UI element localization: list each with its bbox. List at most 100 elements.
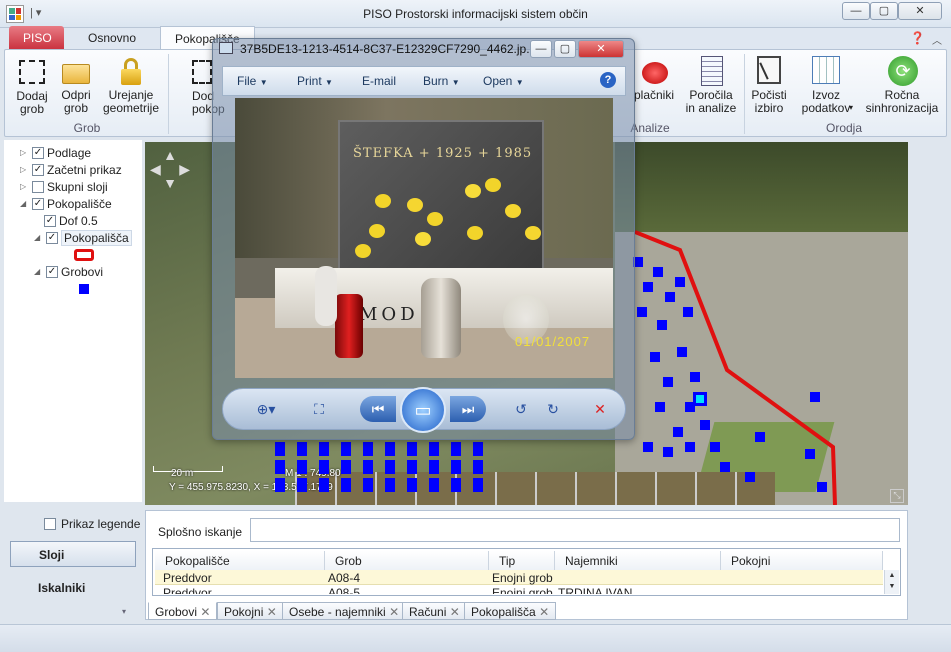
placniki-button[interactable]: plačniki	[630, 56, 678, 102]
nav-options-icon[interactable]: ▾	[122, 607, 126, 616]
grave-marker[interactable]	[655, 402, 665, 412]
slideshow-icon[interactable]: ▭	[400, 387, 446, 433]
layer-zacetni-prikaz[interactable]: ▷ ✓ Začetni prikaz	[20, 161, 132, 178]
collapse-icon[interactable]: ◢	[34, 267, 43, 276]
tab-osnovno[interactable]: Osnovno	[74, 26, 150, 50]
zoom-icon[interactable]: ⊕▾	[248, 396, 284, 422]
grave-marker[interactable]	[429, 478, 439, 492]
grave-marker[interactable]	[275, 478, 285, 492]
checkbox-skupni-sloji[interactable]	[32, 180, 44, 193]
grave-marker[interactable]	[690, 372, 700, 382]
layer-podlage[interactable]: ▷ ✓ Podlage	[20, 144, 132, 161]
grave-marker[interactable]	[451, 478, 461, 492]
grave-marker[interactable]	[637, 307, 647, 317]
menu-burn[interactable]: Burn ▼	[423, 74, 460, 88]
urejanje-geometrije-button[interactable]: Urejanje geometrije	[100, 56, 162, 115]
grave-marker[interactable]	[710, 442, 720, 452]
grave-marker[interactable]	[745, 472, 755, 482]
odpri-grob-button[interactable]: Odpri grob	[56, 56, 96, 115]
column-header[interactable]: Najemniki	[555, 551, 721, 570]
close-icon[interactable]: ✕	[389, 605, 399, 619]
layer-pokopalisca[interactable]: ◢ ✓ Pokopališča	[20, 229, 132, 246]
delete-icon[interactable]: ✕	[587, 396, 613, 422]
tab-pokopalisca[interactable]: Pokopališča ✕	[464, 602, 557, 620]
viewer-maximize-button[interactable]: ▢	[554, 40, 576, 58]
grave-marker[interactable]	[275, 460, 285, 474]
grave-marker[interactable]	[319, 460, 329, 474]
dodaj-grob-button[interactable]: Dodaj grob	[12, 56, 52, 116]
column-header[interactable]: Pokojni	[721, 551, 883, 570]
close-icon[interactable]: ✕	[539, 605, 549, 619]
grave-marker[interactable]	[385, 442, 395, 456]
grave-marker[interactable]	[341, 460, 351, 474]
tab-piso[interactable]: PISO	[9, 26, 64, 50]
grave-marker[interactable]	[341, 478, 351, 492]
grave-marker[interactable]	[653, 267, 663, 277]
grave-marker[interactable]	[473, 442, 483, 456]
grave-marker[interactable]	[297, 460, 307, 474]
layer-skupni-sloji[interactable]: ▷ Skupni sloji	[20, 178, 132, 195]
selected-grave-marker[interactable]	[693, 392, 707, 406]
grave-marker[interactable]	[643, 442, 653, 452]
close-icon[interactable]: ✕	[450, 605, 460, 619]
checkbox-pokopalisce[interactable]: ✓	[32, 197, 44, 210]
column-header[interactable]: Grob	[325, 551, 489, 570]
checkbox-zacetni-prikaz[interactable]: ✓	[32, 163, 44, 176]
porocila-button[interactable]: Poročila in analize	[684, 56, 738, 115]
grave-marker[interactable]	[385, 478, 395, 492]
tab-pokojni[interactable]: Pokojni ✕	[217, 602, 284, 620]
nav-iskalniki[interactable]: Iskalniki	[38, 581, 85, 595]
maximize-button[interactable]: ▢	[870, 2, 898, 20]
grave-marker[interactable]	[429, 442, 439, 456]
table-scrollbar[interactable]: ▲ ▼	[884, 570, 899, 594]
dodaj-pokojnega-button[interactable]: Dod pokop	[176, 56, 225, 116]
grave-marker[interactable]	[665, 292, 675, 302]
grave-marker[interactable]	[473, 460, 483, 474]
grave-marker[interactable]	[319, 478, 329, 492]
expand-icon[interactable]: ▷	[20, 148, 29, 157]
column-header[interactable]: Pokopališče	[155, 551, 325, 570]
close-icon[interactable]: ✕	[267, 605, 277, 619]
pocisti-izbiro-button[interactable]: Počisti izbiro	[748, 56, 790, 115]
close-button[interactable]: ✕	[898, 2, 942, 20]
grave-marker[interactable]	[805, 449, 815, 459]
menu-file[interactable]: File ▼	[237, 74, 268, 88]
tab-grobovi[interactable]: Grobovi ✕	[148, 602, 218, 620]
checkbox-pokopalisca[interactable]: ✓	[46, 231, 58, 244]
pan-control-icon[interactable]: ▲ ◀ ▶ ▼	[150, 148, 190, 208]
ribbon-help-icon[interactable]: ❓	[910, 31, 925, 45]
izvoz-podatkov-button[interactable]: Izvoz podatkov	[796, 56, 856, 115]
viewer-help-icon[interactable]: ?	[600, 72, 616, 88]
grave-marker[interactable]	[663, 377, 673, 387]
grave-marker[interactable]	[817, 482, 827, 492]
grave-marker[interactable]	[683, 307, 693, 317]
tab-osebe-najemniki[interactable]: Osebe - najemniki ✕	[282, 602, 407, 620]
grave-marker[interactable]	[451, 460, 461, 474]
search-input[interactable]	[250, 518, 900, 542]
grave-marker[interactable]	[407, 460, 417, 474]
grave-marker[interactable]	[407, 478, 417, 492]
grave-marker[interactable]	[473, 478, 483, 492]
grave-marker[interactable]	[677, 347, 687, 357]
tab-racuni[interactable]: Računi ✕	[402, 602, 467, 620]
grave-marker[interactable]	[451, 442, 461, 456]
grave-marker[interactable]	[755, 432, 765, 442]
fit-to-window-icon[interactable]: ⛶	[306, 396, 332, 422]
viewer-minimize-button[interactable]: —	[530, 40, 552, 58]
rotate-left-icon[interactable]: ↺	[508, 396, 534, 422]
grave-marker[interactable]	[363, 442, 373, 456]
grave-marker[interactable]	[429, 460, 439, 474]
menu-print[interactable]: Print ▼	[297, 74, 333, 88]
nav-sloji[interactable]: Sloji	[10, 541, 136, 567]
close-icon[interactable]: ✕	[200, 605, 210, 619]
grave-marker[interactable]	[363, 460, 373, 474]
grave-marker[interactable]	[663, 447, 673, 457]
layer-dof[interactable]: ✓ Dof 0.5	[20, 212, 132, 229]
minimize-button[interactable]: —	[842, 2, 870, 20]
expand-icon[interactable]: ▷	[20, 182, 29, 191]
expand-icon[interactable]: ▷	[20, 165, 29, 174]
ribbon-collapse-icon[interactable]: ︿	[932, 32, 942, 47]
grave-marker[interactable]	[675, 277, 685, 287]
grave-marker[interactable]	[385, 460, 395, 474]
checkbox-dof[interactable]: ✓	[44, 214, 56, 227]
